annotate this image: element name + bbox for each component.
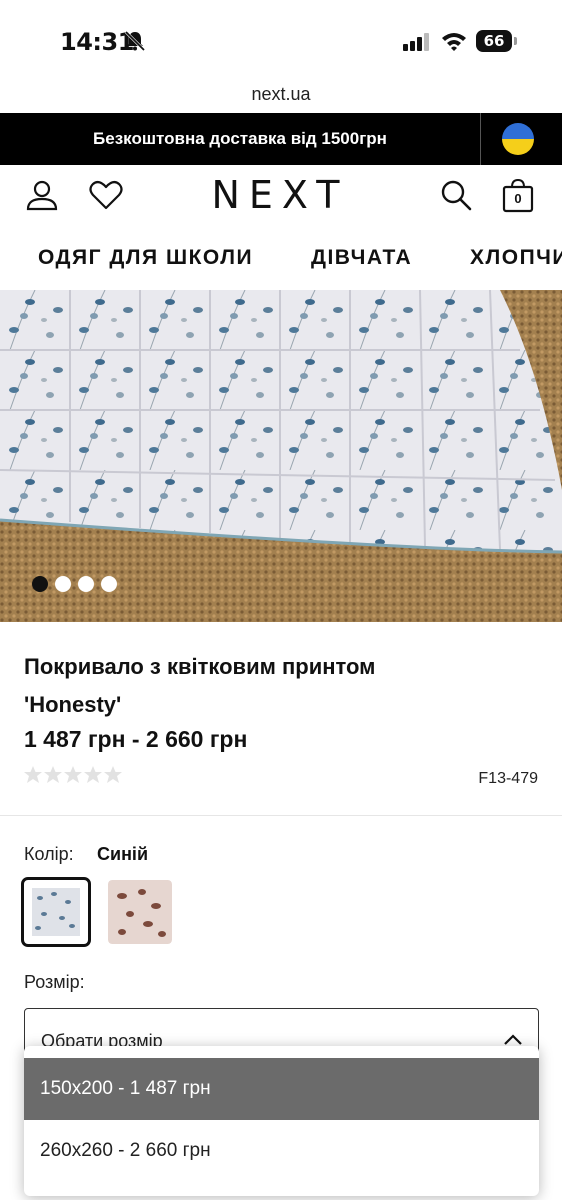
- battery-indicator: 66: [476, 30, 518, 52]
- product-title-line1: Покривало з квітковим принтом: [24, 654, 376, 679]
- size-option-260x260[interactable]: 260x260 - 2 660 грн: [24, 1120, 539, 1182]
- product-code: F13-479: [478, 770, 538, 787]
- swatch-image: [24, 880, 88, 944]
- product-image[interactable]: [0, 290, 562, 622]
- color-value: Синій: [97, 844, 149, 864]
- carousel-dot[interactable]: [101, 576, 117, 592]
- status-time: 14:31: [60, 28, 134, 56]
- size-dropdown: 150x200 - 1 487 грн 260x260 - 2 660 грн: [24, 1046, 539, 1196]
- promo-banner: Безкоштовна доставка від 1500грн: [0, 113, 562, 165]
- search-icon[interactable]: [438, 177, 474, 213]
- heart-icon[interactable]: [88, 177, 124, 213]
- ukraine-flag-icon[interactable]: [502, 123, 534, 155]
- carousel-dot[interactable]: [78, 576, 94, 592]
- carousel-dot[interactable]: [55, 576, 71, 592]
- wifi-icon: [442, 33, 466, 51]
- nav-item-school-clothes[interactable]: ОДЯГ ДЛЯ ШКОЛИ: [38, 246, 253, 270]
- size-option-150x200[interactable]: 150x200 - 1 487 грн: [24, 1058, 539, 1120]
- product-title-line2: 'Honesty': [24, 692, 122, 717]
- bedspread-photo: [0, 290, 562, 622]
- status-bar: 14:31 66: [0, 0, 562, 80]
- carousel-dot[interactable]: [32, 576, 48, 592]
- color-swatch-blue[interactable]: [21, 877, 91, 947]
- color-label: Колір:: [24, 844, 74, 864]
- chevron-up-icon: [504, 1034, 522, 1045]
- battery-level: 66: [476, 30, 512, 52]
- section-divider: [0, 815, 562, 816]
- battery-cap: [514, 37, 517, 45]
- nav-item-girls[interactable]: ДІВЧАТА: [311, 246, 412, 270]
- color-swatch-pink[interactable]: [108, 880, 172, 944]
- account-icon[interactable]: [24, 177, 60, 213]
- product-title: Покривало з квітковим принтом 'Honesty': [24, 648, 524, 724]
- swatch-image: [108, 880, 172, 944]
- cellular-signal-icon: [403, 33, 429, 51]
- product-price: 1 487 грн - 2 660 грн: [24, 726, 248, 752]
- site-header: NEXT 0: [0, 165, 562, 227]
- bell-muted-icon: [124, 30, 146, 52]
- next-logo[interactable]: NEXT: [180, 173, 380, 217]
- size-label: Розмір:: [24, 972, 85, 992]
- star-icon: [24, 766, 122, 783]
- browser-url[interactable]: next.ua: [0, 80, 562, 112]
- promo-text[interactable]: Безкоштовна доставка від 1500грн: [0, 113, 480, 165]
- nav-item-boys[interactable]: ХЛОПЧИ: [470, 246, 562, 270]
- category-nav: ОДЯГ ДЛЯ ШКОЛИ ДІВЧАТА ХЛОПЧИ: [0, 230, 562, 288]
- promo-divider: [480, 113, 481, 165]
- rating-stars[interactable]: [24, 764, 124, 786]
- bag-count: 0: [514, 191, 522, 206]
- shopping-bag-button[interactable]: 0: [500, 177, 536, 213]
